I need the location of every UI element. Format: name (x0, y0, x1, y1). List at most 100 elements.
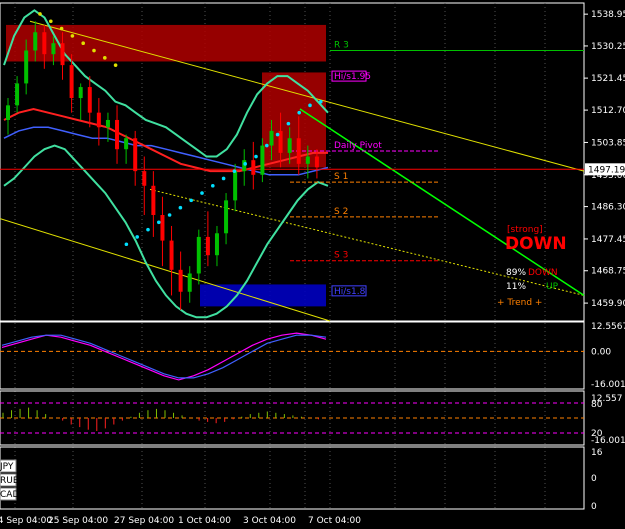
sar-dot-9 (135, 235, 139, 239)
price-tick-label-3: 1512.70 (591, 106, 625, 116)
candle-body-29 (269, 130, 274, 146)
candle-body-15 (142, 171, 147, 186)
sar-dot-19 (243, 162, 247, 166)
zone-label-1: Hi/s1.8 (334, 287, 366, 297)
sar-dot-7 (113, 63, 118, 67)
candle-body-9 (87, 87, 92, 113)
ind3-row-2: CAD (0, 490, 19, 500)
signal-up-pct: 11% (506, 282, 526, 292)
sar-dot-12 (167, 213, 172, 217)
candle-body-33 (305, 156, 310, 164)
candle-body-10 (96, 112, 101, 128)
signal-down-pct: 89% (506, 268, 526, 278)
sar-dot-18 (232, 169, 237, 173)
candle-body-28 (260, 145, 265, 175)
chart: Hi/s1.95Hi/s1.8 R 3Daily PivotS 1S 2S 3 … (0, 0, 625, 529)
price-tick-label-6: 1486.30 (591, 203, 625, 213)
candle-body-18 (169, 240, 174, 270)
candle-body-27 (251, 160, 256, 175)
sar-dot-26 (319, 99, 323, 104)
candle-body-7 (69, 65, 74, 99)
signal-up-label: UP (546, 282, 559, 292)
candle-body-3 (33, 32, 38, 51)
time-tick-2: 27 Sep 04:00 (114, 516, 174, 526)
ind3-tick-1: 0 (591, 474, 597, 484)
candle-body-14 (133, 138, 138, 172)
candle-body-26 (242, 160, 247, 172)
sar-dot-14 (189, 198, 193, 203)
sar-dot-23 (286, 121, 291, 126)
signal-direction: DOWN (505, 234, 567, 254)
time-axis: 24 Sep 04:0025 Sep 04:00 27 Sep 04:00 1 Oc… (0, 516, 361, 526)
candle-body-31 (287, 138, 292, 153)
candle-body-2 (24, 50, 29, 84)
sar-dot-10 (146, 227, 150, 232)
ind2-tick-1: 80 (591, 400, 603, 410)
price-tick-label-7: 1477.45 (591, 235, 625, 245)
candle-body-1 (15, 83, 20, 106)
level-label-3: S 2 (334, 207, 348, 217)
sar-dot-21 (265, 143, 269, 148)
candle-body-0 (6, 105, 10, 120)
candle-body-24 (224, 200, 229, 234)
support-zone (200, 284, 326, 307)
sar-dot-8 (124, 242, 129, 247)
sar-dot-20 (254, 154, 258, 159)
candle-body-34 (314, 156, 319, 168)
level-label-4: S 3 (334, 251, 348, 261)
ind3-tick-2: 0 (591, 502, 597, 512)
level-label-0: R 3 (334, 41, 349, 51)
candle-body-16 (151, 185, 156, 215)
ind3-row-1: RUB (0, 476, 19, 486)
price-tick-label-2: 1521.45 (591, 74, 625, 84)
sar-dot-6 (103, 56, 107, 60)
signal-down-label: DOWN (528, 268, 558, 278)
resistance-zone (6, 24, 326, 62)
time-tick-5: 7 Oct 04:00 (308, 516, 361, 526)
sar-dot-2 (59, 26, 64, 31)
sar-dot-11 (157, 220, 161, 225)
time-tick-4: 3 Oct 04:00 (243, 516, 296, 526)
sar-dot-16 (211, 183, 215, 188)
level-label-1: Daily Pivot (334, 141, 382, 151)
sar-dot-24 (297, 110, 302, 115)
candle-body-17 (160, 215, 165, 241)
sar-dot-25 (308, 103, 312, 108)
sar-dot-0 (38, 12, 42, 16)
candle-body-13 (124, 138, 129, 150)
zone-label-0: Hi/s1.95 (334, 72, 371, 82)
level-label-2: S 1 (334, 172, 348, 182)
candle-body-6 (60, 43, 65, 66)
price-tick-label-4: 1503.85 (591, 138, 625, 148)
time-tick-0: 24 Sep 04:00 (0, 516, 52, 526)
candle-body-19 (178, 269, 183, 292)
price-tick-label-8: 1468.75 (591, 267, 625, 277)
candle-body-23 (214, 233, 219, 256)
sar-dot-4 (81, 41, 85, 46)
price-tick-label-9: 1459.90 (591, 299, 625, 309)
ind2-tick-3: -16.001 (591, 436, 625, 446)
sar-dot-17 (221, 176, 226, 181)
sar-dot-3 (70, 34, 75, 38)
ind1-tick-0: 12.5567 (591, 322, 625, 332)
candle-body-21 (196, 236, 201, 274)
candle-body-11 (105, 119, 110, 128)
candle-body-22 (205, 236, 210, 256)
ind1-tick-1: 0.00 (591, 347, 611, 357)
candle-body-5 (51, 43, 56, 55)
candle-body-12 (115, 119, 120, 150)
time-tick-1: 25 Sep 04:00 (48, 516, 108, 526)
sar-dot-22 (275, 132, 280, 137)
ind1-tick-2: -16.0014 (591, 380, 625, 390)
candle-body-4 (42, 32, 47, 55)
price-tick-label-0: 1538.95 (591, 10, 625, 20)
ind3-tick-0: 16 (591, 448, 603, 458)
ind3-row-0: JPY (0, 462, 14, 472)
candle-body-25 (233, 171, 238, 201)
candle-body-8 (78, 87, 83, 99)
sar-dot-13 (178, 205, 183, 210)
sar-dot-5 (92, 48, 96, 53)
sar-dot-1 (49, 19, 53, 24)
current-price-label: 1497.19 (588, 165, 625, 175)
time-tick-3: 1 Oct 04:00 (178, 516, 231, 526)
